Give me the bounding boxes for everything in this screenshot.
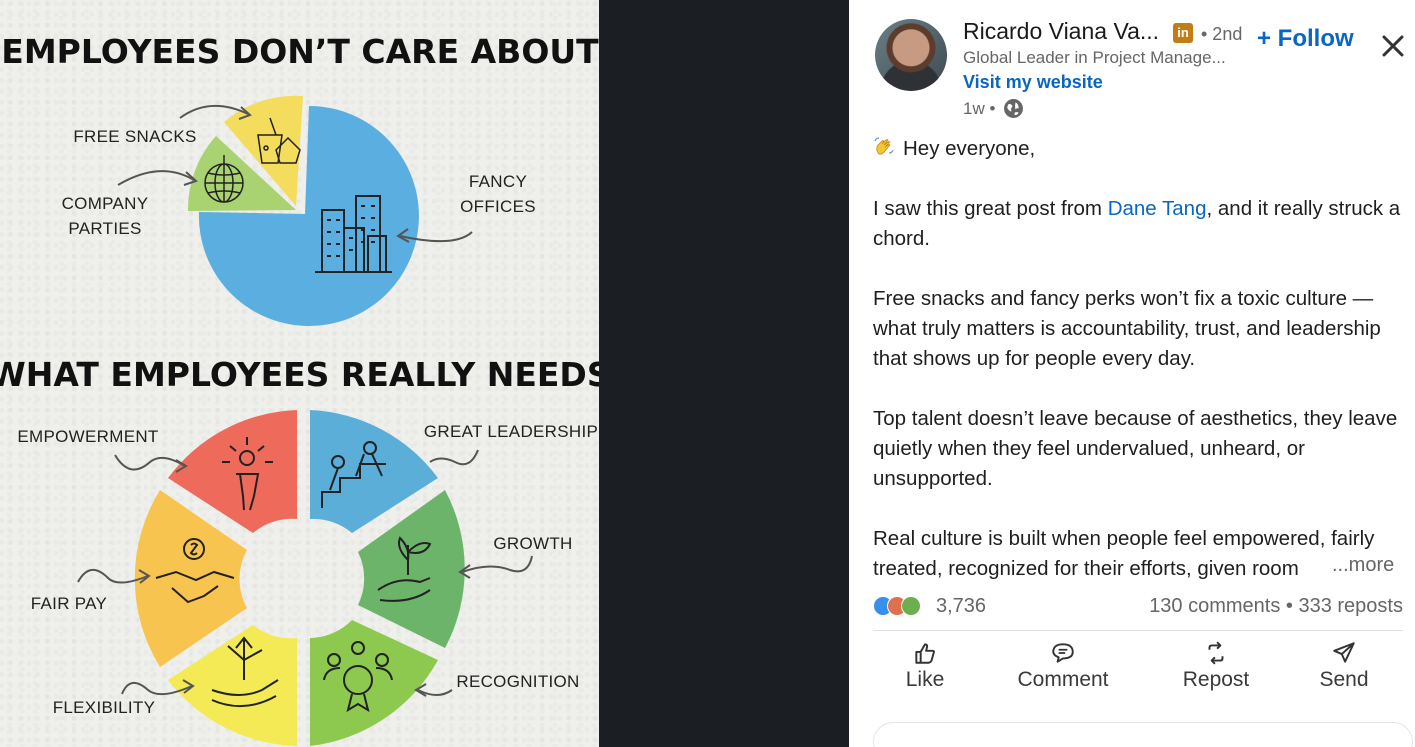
label-fancy-offices-line1: FANCY: [469, 172, 527, 191]
label-fair-pay: FAIR PAY: [31, 594, 107, 613]
post-paragraph-4: Top talent doesn’t leave because of aest…: [873, 407, 1398, 490]
connection-degree: • 2nd: [1201, 24, 1243, 44]
label-company-parties-line1: COMPANY: [62, 194, 149, 213]
repost-icon: [1208, 641, 1224, 665]
p2-text-before: I saw this great post from: [873, 197, 1108, 220]
linkedin-premium-icon: in: [1173, 23, 1193, 43]
comment-button[interactable]: Comment: [1005, 640, 1121, 704]
post-paragraph-greeting: Hey everyone,: [873, 134, 1403, 164]
post-timestamp: 1w •: [963, 99, 996, 118]
reaction-count[interactable]: 3,736: [936, 595, 986, 618]
send-button[interactable]: Send: [1305, 640, 1383, 704]
author-name[interactable]: Ricardo Viana Va...: [963, 18, 1159, 45]
post-detail-panel: Ricardo Viana Va... in • 2nd Global Lead…: [849, 0, 1415, 747]
label-fancy-offices-line2: OFFICES: [460, 197, 536, 216]
label-great-leadership: GREAT LEADERSHIP: [424, 422, 598, 441]
actions-divider: [873, 630, 1403, 631]
post-paragraph-5: Real culture is built when people feel e…: [873, 527, 1375, 580]
label-flexibility: FLEXIBILITY: [53, 698, 156, 717]
infographic-heading-bottom: WHAT EMPLOYEES REALLY NEEDS: [0, 355, 599, 394]
repost-button[interactable]: Repost: [1167, 640, 1265, 704]
thumbs-up-icon: [915, 643, 935, 664]
waving-hand-icon: [874, 137, 894, 155]
pie-slice-fancy-offices: [198, 106, 419, 326]
social-counts: 3,736 130 comments • 333 reposts: [873, 592, 1403, 622]
comment-input-edge[interactable]: [873, 722, 1413, 747]
ring-segment-recognition: [310, 620, 438, 746]
post-paragraph-3: Free snacks and fancy perks won’t fix a …: [873, 287, 1381, 370]
infographic-heading-top: EMPLOYEES DON’T CARE ABOUT: [1, 32, 599, 71]
like-button[interactable]: Like: [873, 640, 977, 704]
comments-reposts-count[interactable]: 130 comments • 333 reposts: [1149, 595, 1403, 618]
like-label: Like: [905, 668, 945, 691]
label-growth: GROWTH: [493, 534, 572, 553]
send-icon: [1333, 642, 1355, 663]
label-company-parties-line2: PARTIES: [68, 219, 141, 238]
lightbox-backdrop: [599, 0, 849, 747]
greeting-text: Hey everyone,: [903, 137, 1036, 160]
repost-label: Repost: [1182, 668, 1250, 691]
visit-website-link[interactable]: Visit my website: [963, 72, 1103, 93]
comment-icon: [1052, 643, 1074, 663]
post-text: Hey everyone, I saw this great post from…: [873, 134, 1403, 614]
post-image-infographic[interactable]: EMPLOYEES DON’T CARE ABOUT WHAT EMPLOYEE…: [0, 0, 599, 747]
mention-link[interactable]: Dane Tang: [1108, 197, 1207, 220]
see-more-link[interactable]: ...more: [1326, 554, 1395, 577]
support-reaction-icon[interactable]: [901, 596, 921, 616]
globe-icon: [1004, 99, 1023, 118]
author-headline: Global Leader in Project Manage...: [963, 48, 1226, 67]
comment-label: Comment: [1017, 668, 1109, 691]
label-free-snacks: FREE SNACKS: [73, 127, 196, 146]
infographic-canvas: EMPLOYEES DON’T CARE ABOUT WHAT EMPLOYEE…: [0, 32, 599, 746]
label-recognition: RECOGNITION: [456, 672, 579, 691]
post-paragraph-2: I saw this great post from Dane Tang, an…: [873, 194, 1403, 254]
follow-button[interactable]: + Follow: [1257, 25, 1354, 53]
send-label: Send: [1319, 668, 1369, 691]
needs-ring-chart: [134, 410, 465, 746]
close-icon[interactable]: [1379, 32, 1407, 60]
label-empowerment: EMPOWERMENT: [17, 427, 158, 446]
author-avatar[interactable]: [875, 19, 947, 91]
perks-pie-chart: [187, 95, 419, 326]
